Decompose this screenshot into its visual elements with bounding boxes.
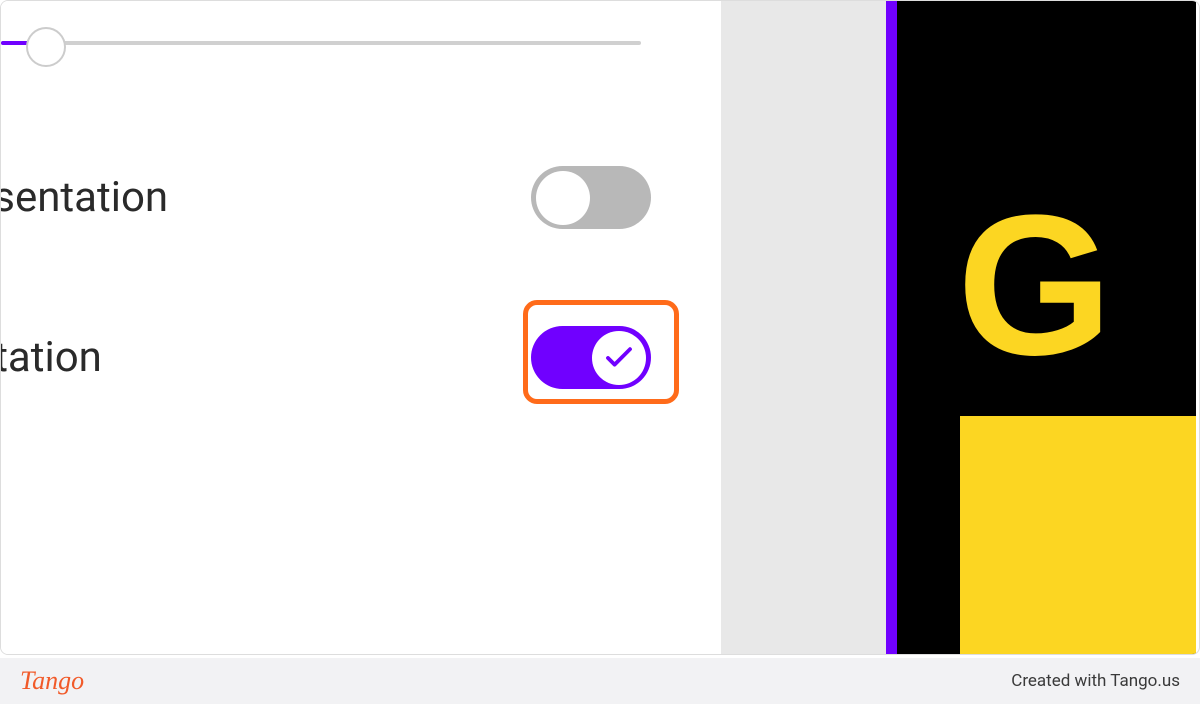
footer: Tango Created with Tango.us [0,658,1200,704]
setting-row-mentation: ntation [1,326,651,389]
preview-letter: G [957,201,1196,371]
tango-logo: Tango [20,666,84,696]
preview-panel: G [886,1,1196,654]
toggle-thumb [536,171,590,225]
preview-text: G [957,201,1196,371]
slider-track [1,41,641,45]
setting-label: ntation [0,333,102,382]
footer-attribution: Created with Tango.us [1011,671,1180,691]
gap-area [721,1,886,654]
toggle-presentation[interactable] [531,166,651,229]
toggle-mentation[interactable] [531,326,651,389]
preview-block [960,416,1196,654]
toggle-thumb [592,331,646,385]
check-icon [605,347,633,369]
setting-row-presentation: esentation [1,166,651,229]
main-container: esentation ntation G [0,0,1200,655]
setting-label: esentation [0,173,168,222]
slider-thumb[interactable] [26,27,66,67]
settings-panel: esentation ntation [1,1,721,654]
